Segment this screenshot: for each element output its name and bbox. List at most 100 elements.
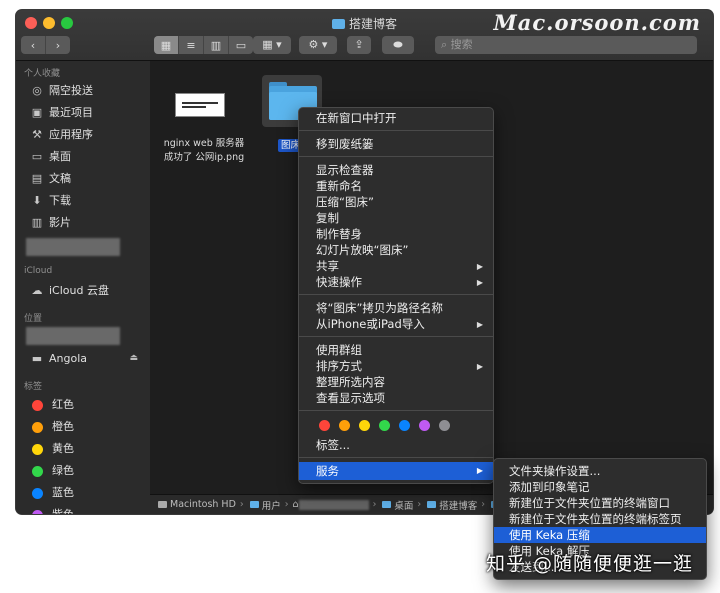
sidebar-tag-red[interactable]: 红色	[30, 396, 74, 414]
sidebar-item-label: 文稿	[49, 172, 71, 185]
path-item-desktop[interactable]: 桌面	[394, 498, 413, 512]
menu-separator	[299, 130, 493, 131]
tag-color-dot-purple[interactable]	[419, 420, 430, 431]
redacted-path-item	[298, 499, 369, 510]
sidebar-item-label: 绿色	[52, 464, 74, 477]
path-item-folder[interactable]: 搭建博客	[439, 498, 477, 512]
submenu-item-new-terminal-tab[interactable]: 新建位于文件夹位置的终端标签页	[494, 511, 706, 527]
tag-dot-icon	[32, 399, 43, 411]
path-item-users[interactable]: 用户	[262, 498, 281, 512]
tag-dot-icon	[32, 487, 43, 499]
sidebar-tag-purple[interactable]: 紫色	[30, 506, 74, 514]
tag-color-dot-orange[interactable]	[339, 420, 350, 431]
menu-item-slideshow[interactable]: 幻灯片放映“图床”	[299, 243, 493, 258]
menu-item-view-options[interactable]: 查看显示选项	[299, 391, 493, 406]
submenu-item-folder-actions[interactable]: 文件夹操作设置...	[494, 463, 706, 479]
menu-item-copy-as-path[interactable]: 将“图床”拷贝为路径名称	[299, 301, 493, 316]
sidebar-header-favorites: 个人收藏	[24, 69, 61, 79]
sidebar-item-label: 桌面	[49, 150, 71, 163]
submenu-item-keka-compress[interactable]: 使用 Keka 压缩	[494, 527, 706, 543]
recents-icon: ▣	[31, 106, 43, 119]
share-icon: ⇪	[354, 38, 364, 51]
tag-button[interactable]: ⬬	[382, 36, 414, 54]
tag-dot-icon	[32, 421, 43, 433]
sidebar-tag-orange[interactable]: 橙色	[30, 418, 74, 436]
menu-item-sort-by[interactable]: 排序方式 ▶	[299, 359, 493, 374]
submenu-item-add-to-evernote[interactable]: 添加到印象笔记	[494, 479, 706, 495]
tag-icon: ⬬	[393, 38, 403, 51]
tag-color-dot-yellow[interactable]	[359, 420, 370, 431]
menu-item-move-to-trash[interactable]: 移到废纸篓	[299, 137, 493, 152]
view-mode-control: ▦ ≡ ▥ ▭	[154, 36, 253, 54]
submenu-arrow-icon: ▶	[476, 320, 483, 329]
sidebar-item-recents[interactable]: ▣ 最近项目	[30, 104, 93, 122]
watermark: Mac.orsoon.com	[493, 10, 701, 35]
sidebar-tag-green[interactable]: 绿色	[30, 462, 74, 480]
sidebar-item-label: 蓝色	[52, 486, 74, 499]
menu-item-open-new-window[interactable]: 在新窗口中打开	[299, 111, 493, 126]
forward-button[interactable]: ›	[46, 36, 70, 54]
menu-item-share[interactable]: 共享 ▶	[299, 259, 493, 274]
menu-item-rename[interactable]: 重新命名	[299, 179, 493, 194]
menu-item-duplicate[interactable]: 复制	[299, 211, 493, 226]
downloads-icon: ⬇	[32, 194, 42, 207]
sidebar-tag-blue[interactable]: 蓝色	[30, 484, 74, 502]
search-icon: ⌕	[441, 38, 451, 51]
menu-item-use-groups[interactable]: 使用群组	[299, 343, 493, 358]
menu-item-quick-actions[interactable]: 快速操作 ▶	[299, 275, 493, 290]
sidebar-item-icloud-drive[interactable]: ☁ iCloud 云盘	[30, 282, 109, 300]
thumbnail-line	[182, 102, 218, 104]
sidebar-item-desktop[interactable]: ▭ 桌面	[30, 148, 71, 166]
sidebar-item-label: 影片	[49, 216, 71, 229]
icon-view-button[interactable]: ▦	[154, 36, 179, 54]
sidebar-tag-yellow[interactable]: 黄色	[30, 440, 74, 458]
sidebar-item-documents[interactable]: ▤ 文稿	[30, 170, 71, 188]
tag-color-dot-gray[interactable]	[439, 420, 450, 431]
action-button[interactable]: ⚙ ▾	[299, 36, 337, 54]
sidebar-item-airdrop[interactable]: ◎ 隔空投送	[30, 82, 93, 100]
back-button[interactable]: ‹	[21, 36, 46, 54]
submenu-arrow-icon: ▶	[476, 278, 483, 287]
sidebar-header-icloud: iCloud	[24, 266, 53, 276]
toolbar: 搭建博客 Mac.orsoon.com ‹ › ▦ ≡ ▥ ▭ ▦ ▾ ⚙ ▾ …	[16, 10, 713, 61]
disk-icon: ▬	[31, 352, 43, 365]
share-button[interactable]: ⇪	[347, 36, 371, 54]
tag-color-dot-blue[interactable]	[399, 420, 410, 431]
menu-item-label: 服务	[316, 464, 339, 478]
menu-item-services[interactable]: 服务 ▶	[299, 462, 493, 480]
disk-icon	[158, 501, 167, 508]
submenu-arrow-icon: ▶	[476, 262, 483, 271]
window-title-text: 搭建博客	[348, 17, 397, 31]
menu-item-import-from-iphone[interactable]: 从iPhone或iPad导入 ▶	[299, 317, 493, 332]
image-file-label[interactable]: nginx web 服务器 成功了 公网ip.png	[156, 137, 252, 165]
tag-color-dot-green[interactable]	[379, 420, 390, 431]
column-view-button[interactable]: ▥	[204, 36, 229, 54]
submenu-arrow-icon: ▶	[476, 466, 483, 475]
tag-dot-icon	[32, 443, 43, 455]
menu-item-clean-up[interactable]: 整理所选内容	[299, 375, 493, 390]
sidebar-item-downloads[interactable]: ⬇ 下载	[30, 192, 71, 210]
sidebar-item-movies[interactable]: ▥ 影片	[30, 214, 71, 232]
tag-color-dot-red[interactable]	[319, 420, 330, 431]
menu-item-make-alias[interactable]: 制作替身	[299, 227, 493, 242]
menu-item-get-info[interactable]: 显示检查器	[299, 163, 493, 178]
search-placeholder: 搜索	[450, 38, 473, 51]
path-item-disk[interactable]: Macintosh HD	[170, 499, 236, 510]
submenu-item-new-terminal-window[interactable]: 新建位于文件夹位置的终端窗口	[494, 495, 706, 511]
sidebar-item-applications[interactable]: ⚒ 应用程序	[30, 126, 93, 144]
list-view-button[interactable]: ≡	[179, 36, 204, 54]
eject-icon[interactable]: ⏏	[129, 353, 138, 363]
image-file-thumbnail[interactable]	[175, 93, 225, 117]
menu-item-compress[interactable]: 压缩“图床”	[299, 195, 493, 210]
menu-separator	[299, 457, 493, 458]
search-input[interactable]: ⌕ 搜索	[435, 36, 697, 54]
menu-item-label: 排序方式	[316, 359, 362, 373]
menu-item-tags[interactable]: 标签...	[299, 438, 493, 453]
gallery-view-button[interactable]: ▭	[229, 36, 253, 54]
group-button[interactable]: ▦ ▾	[253, 36, 291, 54]
menu-separator	[299, 294, 493, 295]
menu-separator	[299, 156, 493, 157]
sidebar-item-label: Angola	[49, 352, 88, 365]
sidebar-item-label: 橙色	[52, 420, 74, 433]
menu-item-label: 共享	[316, 259, 339, 273]
